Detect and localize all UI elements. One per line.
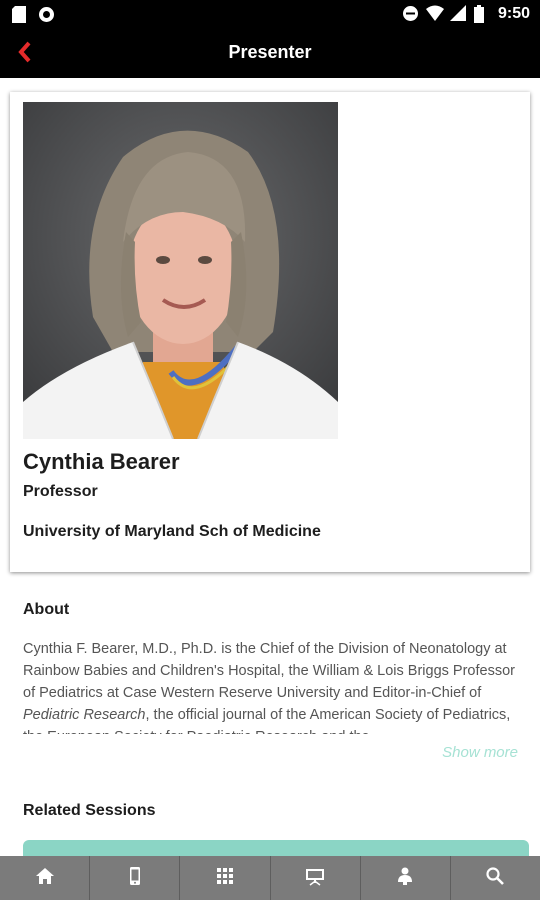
page-title: Presenter	[228, 42, 312, 62]
presenter-name: Cynthia Bearer	[23, 449, 180, 474]
related-sessions-heading: Related Sessions	[23, 802, 156, 819]
home-icon	[35, 866, 55, 891]
about-text-journal: Pediatric Research	[23, 707, 146, 723]
nav-home[interactable]	[0, 856, 91, 900]
about-heading: About	[23, 601, 70, 618]
status-bar: 9:50	[0, 0, 540, 30]
app-bar: Presenter	[0, 30, 540, 78]
presenter-photo	[23, 102, 338, 439]
about-text: Cynthia F. Bearer, M.D., Ph.D. is the Ch…	[23, 638, 529, 734]
show-more-link[interactable]: Show more	[442, 744, 518, 761]
signal-icon	[449, 5, 466, 23]
presentation-icon	[305, 866, 325, 891]
nav-presentations[interactable]	[271, 856, 361, 900]
nav-grid[interactable]	[180, 856, 271, 900]
speaker-icon	[395, 866, 415, 891]
record-icon	[38, 6, 54, 24]
mobile-icon	[125, 866, 145, 891]
do-not-disturb-icon	[402, 5, 418, 23]
wifi-icon	[425, 5, 444, 23]
grid-icon	[215, 866, 235, 891]
bottom-nav	[0, 856, 540, 900]
nav-search[interactable]	[451, 856, 540, 900]
about-text-part-1: Cynthia F. Bearer, M.D., Ph.D. is the Ch…	[23, 641, 515, 701]
status-time: 9:50	[497, 5, 530, 22]
nav-speakers[interactable]	[361, 856, 451, 900]
sd-card-icon	[12, 6, 28, 24]
nav-mobile[interactable]	[90, 856, 181, 900]
search-icon	[485, 866, 505, 891]
presenter-card: Cynthia Bearer Professor University of M…	[10, 92, 530, 572]
presenter-organization: University of Maryland Sch of Medicine	[23, 523, 321, 540]
presenter-role: Professor	[23, 483, 98, 500]
battery-icon	[473, 5, 490, 23]
